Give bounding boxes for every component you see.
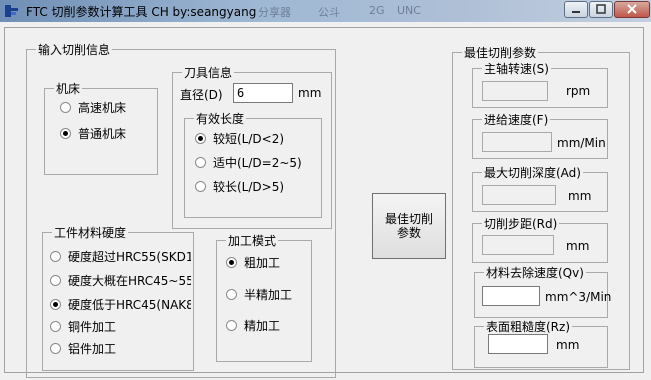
radio-label: 较短(L/D<2) (213, 132, 285, 146)
diameter-label: 直径(D) (180, 88, 223, 102)
diameter-input[interactable]: 6 (233, 83, 293, 103)
radio-indicator[interactable] (50, 343, 61, 354)
radio-label: 粗加工 (244, 256, 281, 270)
maximize-button[interactable] (589, 1, 613, 18)
feed-rate-legend: 进给速度(F) (482, 111, 551, 128)
calculate-button-line1: 最佳切削 (384, 212, 433, 226)
radio-indicator[interactable] (60, 128, 71, 139)
machine-legend: 机床 (54, 80, 83, 97)
app-window: FTC 切削参数计算工具 CH by:seangyang 分享器 公斗 2G U… (0, 0, 651, 380)
radio-indicator[interactable] (226, 289, 237, 300)
surface-roughness-legend: 表面粗糙度(Rz) (484, 318, 573, 335)
hardness-options: 硬度超过HRC55(SKD1 硬度大概在HRC45~55 硬度低于HRC45(N… (50, 244, 191, 372)
radio-label: 硬度低于HRC45(NAK8( (68, 298, 191, 312)
tool-info-legend: 刀具信息 (182, 64, 235, 81)
step-over-unit: mm (566, 239, 590, 253)
maximize-icon (596, 4, 606, 14)
titlebar-background-text: 分享器 (258, 6, 291, 19)
radio-indicator[interactable] (195, 157, 206, 168)
max-depth-legend: 最大切削深度(Ad) (482, 164, 583, 181)
radio-label: 硬度超过HRC55(SKD1 (68, 250, 191, 264)
effective-length-legend: 有效长度 (194, 110, 247, 127)
radio-indicator[interactable] (50, 251, 61, 262)
radio-label: 铝件加工 (68, 342, 117, 356)
radio-label: 较长(L/D>5) (213, 180, 285, 194)
feed-rate-unit: mm/Min (557, 136, 606, 150)
calculate-button[interactable]: 最佳切削 参数 (372, 193, 446, 259)
radio-indicator[interactable] (60, 102, 71, 113)
titlebar-background-text: 2G (369, 4, 385, 17)
radio-label: 精加工 (244, 319, 281, 333)
step-over-output[interactable] (482, 235, 554, 255)
spindle-speed-unit: rpm (566, 84, 591, 98)
radio-label: 半精加工 (244, 288, 293, 302)
app-icon (5, 5, 18, 17)
max-depth-unit: mm (568, 189, 592, 203)
radio-label: 普通机床 (78, 127, 127, 141)
diameter-unit: mm (298, 86, 322, 100)
input-group-legend: 输入切削信息 (36, 41, 113, 58)
radio-indicator[interactable] (50, 299, 61, 310)
removal-rate-output[interactable] (482, 286, 540, 306)
spindle-speed-output[interactable] (482, 81, 548, 101)
removal-rate-unit: mm^3/Min (545, 290, 612, 304)
close-button[interactable] (614, 1, 650, 18)
radio-indicator[interactable] (50, 275, 61, 286)
spindle-speed-legend: 主轴转速(S) (482, 60, 551, 77)
surface-roughness-output[interactable] (488, 334, 548, 354)
radio-label: 高速机床 (78, 101, 127, 115)
surface-roughness-unit: mm (556, 338, 580, 352)
titlebar-background-text: UNC (397, 4, 421, 17)
title-bar[interactable]: FTC 切削参数计算工具 CH by:seangyang 分享器 公斗 2G U… (0, 0, 651, 22)
radio-indicator[interactable] (195, 133, 206, 144)
radio-label: 适中(L/D=2~5) (213, 156, 302, 170)
window-title: FTC 切削参数计算工具 CH by:seangyang (26, 5, 257, 19)
calculate-button-line2: 参数 (396, 226, 421, 240)
machining-mode-legend: 加工模式 (226, 232, 279, 249)
titlebar-background-text: 公斗 (318, 6, 340, 19)
minimize-button[interactable] (564, 1, 588, 18)
feed-rate-output[interactable] (482, 132, 552, 152)
radio-indicator[interactable] (50, 321, 61, 332)
radio-label: 铜件加工 (68, 320, 117, 334)
hardness-legend: 工件材料硬度 (52, 224, 129, 241)
step-over-legend: 切削步距(Rd) (482, 215, 560, 232)
radio-label: 硬度大概在HRC45~55 (68, 274, 191, 288)
max-depth-output[interactable] (482, 185, 556, 205)
output-group-legend: 最佳切削参数 (462, 44, 539, 61)
radio-indicator[interactable] (195, 181, 206, 192)
close-icon (627, 4, 637, 14)
radio-indicator[interactable] (226, 320, 237, 331)
removal-rate-legend: 材料去除速度(Qv) (484, 264, 586, 281)
radio-indicator[interactable] (226, 257, 237, 268)
minimize-icon (572, 11, 580, 13)
client-area: 输入切削信息 机床 高速机床 普通机床 刀具信息 直径(D) 6 mm 有效长度… (0, 22, 651, 380)
